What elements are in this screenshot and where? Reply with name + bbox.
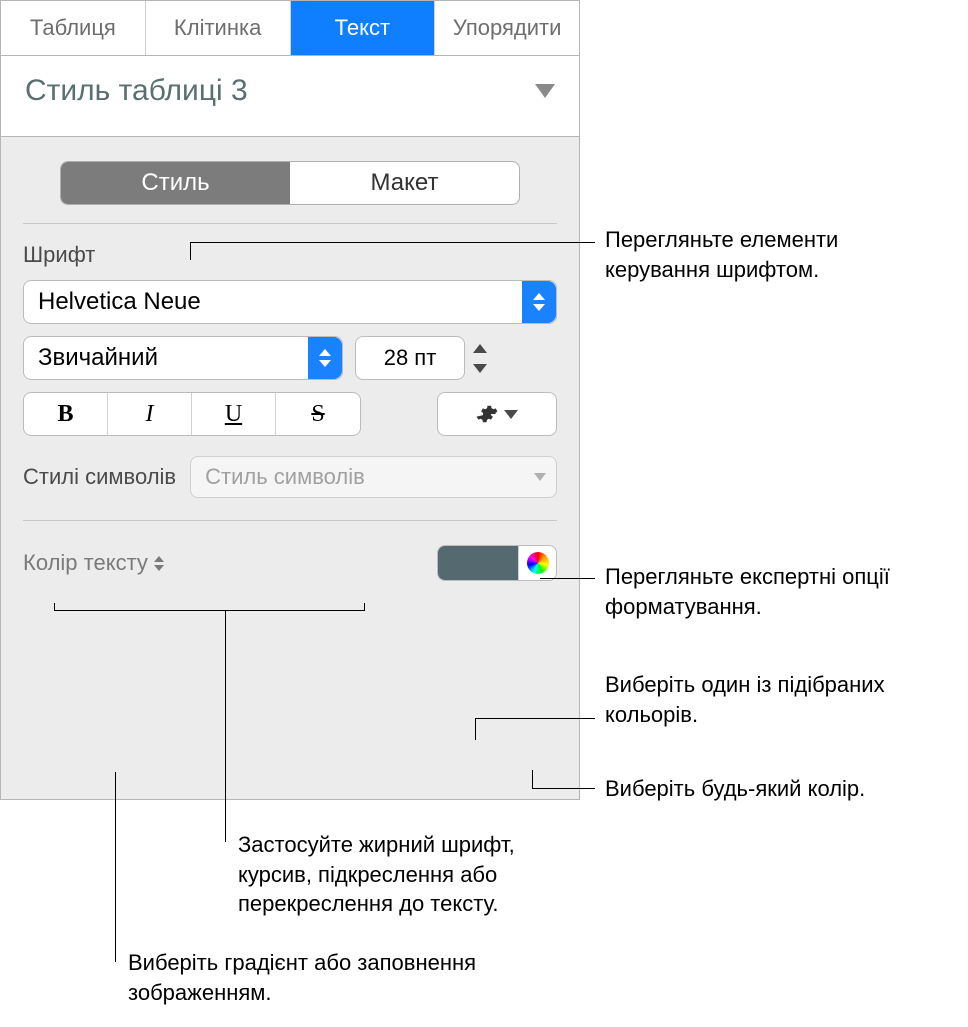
- character-styles-row: Стилі символів Стиль символів: [23, 456, 557, 521]
- tab-table[interactable]: Таблиця: [1, 1, 146, 55]
- tab-arrange[interactable]: Упорядити: [435, 1, 579, 55]
- font-size-stepper: [471, 340, 489, 376]
- paragraph-style-disclosure-icon[interactable]: [535, 84, 555, 98]
- top-tabs: Таблиця Клітинка Текст Упорядити: [1, 1, 579, 56]
- lead-line: [54, 610, 364, 611]
- text-color-combo: [437, 545, 557, 581]
- updown-icon: [154, 556, 164, 571]
- lead-line: [532, 788, 595, 789]
- font-weight-value: Звичайний: [38, 344, 158, 372]
- lead-line: [475, 718, 595, 719]
- text-color-row: Колір тексту: [23, 545, 557, 581]
- style-layout-segment-wrap: Стиль Макет: [23, 157, 557, 224]
- font-family-value: Helvetica Neue: [38, 288, 201, 316]
- font-size-down[interactable]: [471, 360, 489, 376]
- lead-line: [115, 772, 116, 962]
- lead-line: [225, 610, 226, 842]
- font-size-up[interactable]: [471, 340, 489, 356]
- character-style-placeholder: Стиль символів: [205, 464, 365, 490]
- gear-icon: [476, 403, 498, 425]
- lead-line: [190, 242, 595, 243]
- lead-line: [190, 242, 191, 260]
- bold-button[interactable]: B: [24, 393, 108, 435]
- callout-any-color: Виберіть будь-який колір.: [605, 774, 965, 804]
- font-section-label: Шрифт: [23, 242, 557, 268]
- select-stepper-icon: [522, 281, 556, 323]
- chevron-down-icon: [504, 410, 518, 419]
- select-stepper-icon: [308, 337, 342, 379]
- color-wheel-icon: [527, 552, 549, 574]
- bius-group: B I U S: [23, 392, 361, 436]
- tab-cell[interactable]: Клітинка: [146, 1, 291, 55]
- strike-button[interactable]: S: [276, 393, 360, 435]
- lead-line: [540, 578, 595, 579]
- style-layout-segmented: Стиль Макет: [60, 161, 520, 205]
- color-well-button[interactable]: [438, 546, 518, 580]
- font-size-input[interactable]: 28 пт: [355, 336, 465, 380]
- text-color-popup[interactable]: Колір тексту: [23, 550, 164, 576]
- paragraph-style-name: Стиль таблиці 3: [25, 74, 248, 108]
- paragraph-style-row: Стиль таблиці 3: [1, 56, 579, 137]
- chevron-down-icon: [534, 473, 546, 481]
- text-color-label: Колір тексту: [23, 550, 148, 576]
- color-picker-button[interactable]: [518, 546, 556, 580]
- tab-text[interactable]: Текст: [291, 1, 436, 55]
- lead-line: [532, 770, 533, 788]
- segment-layout[interactable]: Макет: [290, 162, 519, 204]
- advanced-options-button[interactable]: [437, 392, 557, 436]
- body-area: Стиль Макет Шрифт Helvetica Neue Звичайн…: [1, 137, 579, 799]
- callout-bius: Застосуйте жирний шрифт, курсив, підкрес…: [238, 830, 568, 919]
- underline-button[interactable]: U: [192, 393, 276, 435]
- segment-style[interactable]: Стиль: [61, 162, 290, 204]
- callout-expert-options: Перегляньте експертні опції форматування…: [605, 562, 945, 621]
- inspector-panel: Таблиця Клітинка Текст Упорядити Стиль т…: [0, 0, 580, 800]
- font-weight-select[interactable]: Звичайний: [23, 336, 343, 380]
- lead-line: [475, 718, 476, 740]
- font-size-box: 28 пт: [355, 336, 489, 380]
- lead-line: [54, 603, 55, 611]
- callout-preset-color: Виберіть один із підібраних кольорів.: [605, 670, 945, 729]
- character-style-select[interactable]: Стиль символів: [190, 456, 557, 498]
- callout-gradient-fill: Виберіть градієнт або заповнення зображе…: [128, 948, 488, 1007]
- callout-font-controls: Перегляньте елементи керування шрифтом.: [605, 225, 945, 284]
- italic-button[interactable]: I: [108, 393, 192, 435]
- lead-line: [364, 603, 365, 611]
- character-styles-label: Стилі символів: [23, 464, 176, 490]
- font-family-select[interactable]: Helvetica Neue: [23, 280, 557, 324]
